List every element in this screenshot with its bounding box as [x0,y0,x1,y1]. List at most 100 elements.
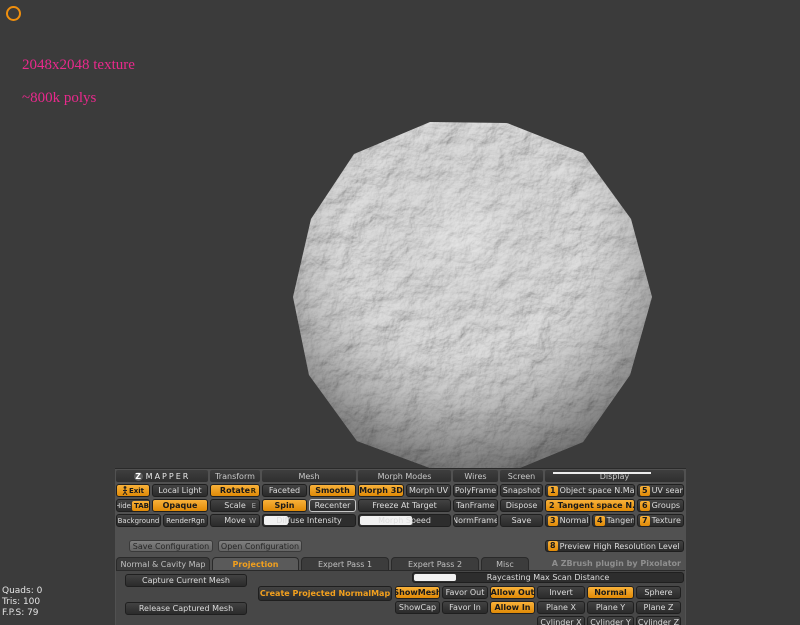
diffuse-intensity-slider[interactable]: Diffuse Intensity [262,514,356,527]
normal-button[interactable]: Normal [587,586,634,599]
viewport-stats: Quads: 0 Tris: 100 F.P.S: 79 [2,586,42,619]
sphere-button[interactable]: Sphere [636,586,681,599]
cylinder-z-button[interactable]: Cylinder Z [636,616,681,625]
favor-out-button[interactable]: Favor Out [442,586,488,599]
projection-row-3: Cylinder X Cylinder Y Cylinder Z [537,616,681,625]
opaque-button[interactable]: Opaque [152,499,208,512]
texture-button[interactable]: 7 Texture [637,514,684,527]
tab-expert-pass-2[interactable]: Expert Pass 2 [391,557,479,570]
projection-row-2: ShowCap Favor In Allow In Plane X Plane … [395,601,681,614]
zmapper-panel: Z MAPPER Transform Mesh Morph Modes Wire… [115,468,686,625]
dispose-button[interactable]: Dispose [500,499,543,512]
tris-count: Tris: 100 [2,597,41,607]
header-wires: Wires [453,470,498,482]
tangent-space-nmap-button[interactable]: 2 Tangent space N.Map [545,499,635,512]
tab-normal-cavity-map[interactable]: Normal & Cavity Map [116,557,210,570]
texture-label: Texture [651,516,681,525]
scale-button[interactable]: Scale E [210,499,260,512]
zmapper-z-icon: Z [133,471,143,481]
scale-hotkey: E [251,501,256,510]
object-space-nmap-button[interactable]: 1 Object space N.Map [545,484,635,497]
tab-bar: Normal & Cavity Map Projection Expert Pa… [116,557,685,570]
rotate-button[interactable]: Rotate R [210,484,260,497]
allow-in-button[interactable]: Allow In [490,601,535,614]
display-slider-bar[interactable] [553,472,651,474]
header-transform: Transform [210,470,260,482]
save-button[interactable]: Save [500,514,543,527]
morph-speed-slider[interactable]: Morph Speed [358,514,451,527]
create-projected-normalmap-button[interactable]: Create Projected NormalMap [258,586,392,601]
spin-button[interactable]: Spin [262,499,307,512]
groups-num: 6 [640,500,650,511]
smooth-button[interactable]: Smooth [309,484,356,497]
cylinder-x-button[interactable]: Cylinder X [537,616,585,625]
tangent-space-num: 2 [549,500,555,510]
tangents-num: 4 [595,515,605,526]
polys-annotation: ~800k polys [22,90,97,106]
diffuse-intensity-label: Diffuse Intensity [276,516,342,525]
tanframe-button[interactable]: TanFrame [453,499,498,512]
raycasting-max-scan-distance-slider[interactable]: Raycasting Max Scan Distance [412,572,684,583]
faceted-button[interactable]: Faceted [262,484,307,497]
plane-z-button[interactable]: Plane Z [636,601,681,614]
cylinder-y-button[interactable]: Cylinder Y [587,616,634,625]
move-label: Move [224,516,246,525]
texture-annotation: 2048x2048 texture [22,57,135,73]
preview-high-res-button[interactable]: 8 Preview High Resolution Level [545,540,684,552]
plane-x-button[interactable]: Plane X [537,601,585,614]
fps-count: F.P.S: 79 [2,608,39,618]
panel-row-2: Hide TAB Opaque Scale E Spin Recenter Fr… [116,499,684,512]
groups-button[interactable]: 6 Groups [637,499,684,512]
open-configuration-button[interactable]: Open Configuration [218,540,302,552]
tab-misc[interactable]: Misc [481,557,529,570]
object-space-label: Object space N.Map [559,486,635,495]
zmapper-logo: Z MAPPER [116,470,208,482]
tab-expert-pass-1[interactable]: Expert Pass 1 [301,557,389,570]
plugin-credit: A ZBrush plugin by Pixolator [551,559,681,568]
model-viewport[interactable] [280,107,660,487]
exit-button[interactable]: Exit [116,484,150,497]
tangents-button[interactable]: 4 Tangents [592,514,635,527]
showcap-button[interactable]: ShowCap [395,601,440,614]
showmesh-button[interactable]: ShowMesh [395,586,440,599]
release-captured-mesh-button[interactable]: Release Captured Mesh [125,602,247,615]
capture-current-mesh-button[interactable]: Capture Current Mesh [125,574,247,587]
allow-out-button[interactable]: Allow Out [490,586,535,599]
uv-seams-label: UV seams [651,486,683,495]
plane-y-button[interactable]: Plane Y [587,601,634,614]
uv-seams-num: 5 [640,485,650,496]
panel-row-3: Background RenderRgn Move W Diffuse Inte… [116,514,684,527]
groups-label: Groups [651,501,681,510]
projection-row-1: ShowMesh Favor Out Allow Out Invert Norm… [395,586,681,599]
invert-button[interactable]: Invert [537,586,585,599]
renderrgn-button[interactable]: RenderRgn [163,514,208,527]
uv-seams-button[interactable]: 5 UV seams [637,484,684,497]
hide-tab-button[interactable]: Hide TAB [116,499,150,512]
normals-button[interactable]: 3 Normals [545,514,590,527]
local-light-button[interactable]: Local Light [152,484,208,497]
favor-in-button[interactable]: Favor In [442,601,488,614]
preview-num: 8 [548,541,558,551]
tangent-space-label: Tangent space N.Map [557,501,635,510]
move-button[interactable]: Move W [210,514,260,527]
recenter-button[interactable]: Recenter [309,499,356,512]
rock-mesh [293,122,652,472]
panel-row-1: Exit Local Light Rotate R Faceted Smooth… [116,484,684,497]
raycasting-label: Raycasting Max Scan Distance [486,573,610,582]
background-button[interactable]: Background [116,514,161,527]
morph-uv-button[interactable]: Morph UV [406,484,451,497]
header-screen: Screen [500,470,543,482]
object-space-num: 1 [548,485,558,496]
orange-ring-icon [6,6,21,21]
normframe-button[interactable]: NormFrame [453,514,498,527]
header-display: Display [545,470,684,482]
header-mesh: Mesh [262,470,356,482]
tab-projection[interactable]: Projection [212,557,299,570]
morph-3d-button[interactable]: Morph 3D [358,484,404,497]
freeze-at-target-button[interactable]: Freeze At Target [358,499,451,512]
polyframe-button[interactable]: PolyFrame [453,484,498,497]
snapshot-button[interactable]: Snapshot [500,484,543,497]
projection-tab-content: Capture Current Mesh Release Captured Me… [116,570,685,625]
hide-label: Hide [116,501,131,510]
save-configuration-button[interactable]: Save Configuration [129,540,213,552]
